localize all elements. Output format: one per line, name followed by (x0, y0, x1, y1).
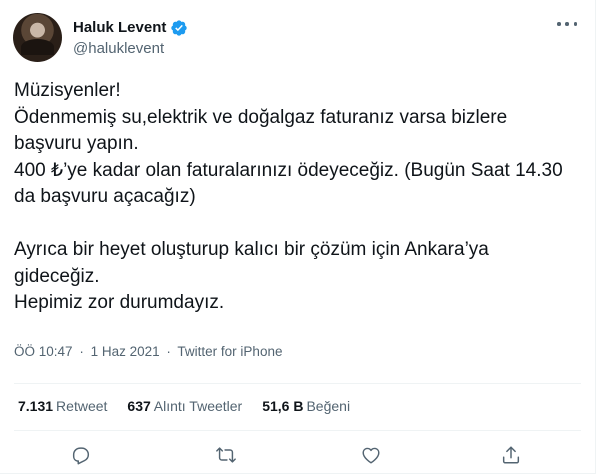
author-handle[interactable]: @haluklevent (73, 40, 188, 57)
retweets-count: 7.131 (18, 398, 54, 414)
quotes-count: 637 (127, 398, 151, 414)
retweet-icon[interactable] (215, 444, 237, 466)
verified-badge-icon (171, 19, 188, 36)
avatar[interactable] (13, 13, 62, 62)
tweet-date[interactable]: 1 Haz 2021 (91, 344, 160, 359)
likes-stat[interactable]: 51,6 B Beğeni (262, 398, 350, 414)
tweet-time[interactable]: ÖÖ 10:47 (14, 344, 73, 359)
author-name[interactable]: Haluk Levent (73, 19, 166, 36)
author-info: Haluk Levent @haluklevent (73, 19, 188, 57)
retweets-stat[interactable]: 7.131 Retweet (18, 398, 107, 414)
tweet-source[interactable]: Twitter for iPhone (177, 344, 282, 359)
tweet-text: Müzisyenler! Ödenmemiş su,elektrik ve do… (14, 80, 563, 313)
meta-separator: · (166, 344, 171, 359)
tweet-header: Haluk Levent @haluklevent (13, 13, 188, 62)
divider (14, 430, 581, 431)
tweet-card: Haluk Levent @haluklevent Müzisyenler! Ö… (0, 0, 596, 474)
likes-label: Beğeni (306, 398, 351, 414)
more-icon[interactable] (557, 18, 577, 30)
more-dot (557, 22, 561, 26)
quotes-stat[interactable]: 637 Alıntı Tweetler (127, 398, 242, 414)
retweets-label: Retweet (56, 398, 108, 414)
quotes-label: Alıntı Tweetler (153, 398, 243, 414)
like-icon[interactable] (360, 444, 382, 466)
meta-separator: · (79, 344, 84, 359)
tweet-meta: ÖÖ 10:47 · 1 Haz 2021 · Twitter for iPho… (14, 344, 282, 359)
share-icon[interactable] (500, 444, 522, 466)
more-dot (573, 22, 577, 26)
divider (14, 383, 581, 384)
reply-icon[interactable] (70, 444, 92, 466)
author-name-row: Haluk Levent (73, 19, 188, 37)
likes-count: 51,6 B (262, 398, 304, 414)
tweet-stats: 7.131 Retweet 637 Alıntı Tweetler 51,6 B Be… (18, 398, 370, 414)
more-dot (565, 22, 569, 26)
